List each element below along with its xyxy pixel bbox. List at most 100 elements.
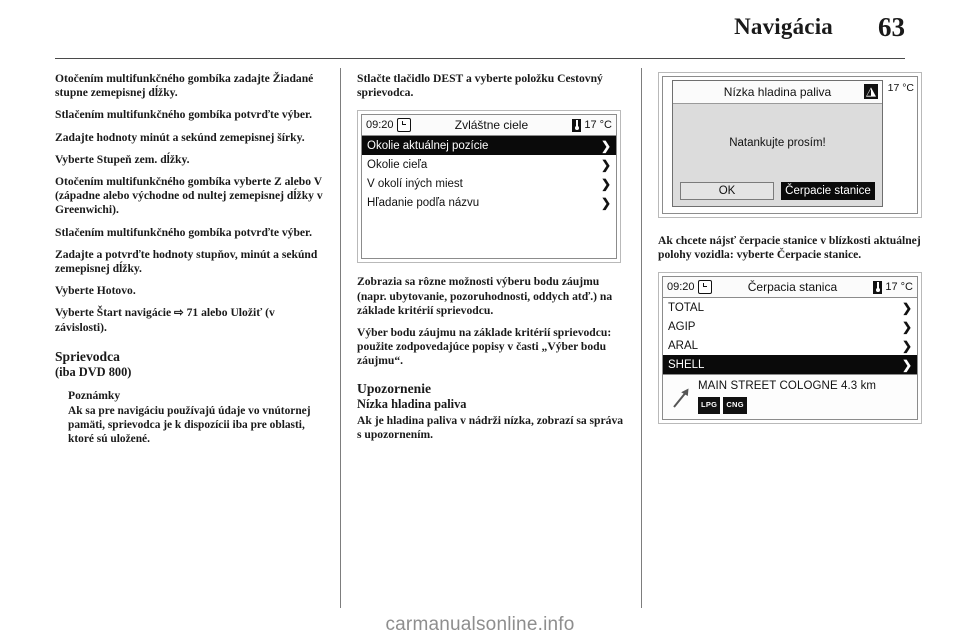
section-subheading-guide: (iba DVD 800) — [55, 364, 132, 379]
column-divider-right — [641, 68, 642, 608]
chevron-right-icon: ❯ — [901, 357, 912, 372]
section-heading-guide: Sprievodca — [55, 348, 120, 364]
dialog-message: Natankujte prosím! — [729, 136, 826, 149]
page-header: Navigácia 63 — [55, 12, 905, 58]
clock-icon — [697, 280, 712, 295]
column-two: Stlačte tlačidlo DEST a vyberte položku … — [357, 72, 625, 450]
dialog-temperature-value: 17 °C — [887, 82, 914, 94]
note-body: Ak sa pre navigáciu používajú údaje vo v… — [68, 405, 311, 446]
menu-item-label: V okolí iných miest — [367, 177, 463, 190]
status-clock-group: 09:20 — [667, 280, 712, 295]
screen-inner: 09:20 Zvláštne ciele 17 °C Okolie aktuál… — [361, 114, 617, 260]
page-number: 63 — [878, 12, 905, 42]
menu-item-label: Hľadanie podľa názvu — [367, 196, 480, 209]
clock-icon — [396, 118, 411, 133]
temperature-value: 17 °C — [584, 119, 612, 132]
column-one: Otočením multifunkčného gombíka zadajte … — [55, 72, 323, 446]
screen-menu-list: Okolie aktuálnej pozície ❯ Okolie cieľa … — [362, 136, 616, 259]
infotainment-screen-stations: 09:20 Čerpacia stanica 17 °C TOTAL ❯ AGI… — [658, 272, 922, 424]
fuel-type-tags: LPG CNG — [698, 396, 912, 414]
ok-button[interactable]: OK — [680, 182, 774, 200]
thermometer-icon — [873, 280, 883, 294]
chevron-right-icon: ❯ — [600, 157, 611, 172]
station-label: SHELL — [668, 358, 705, 371]
after-screen-paragraph: Výber bodu záujmu na základe kritérií sp… — [357, 326, 612, 368]
status-temperature-group: 17 °C — [873, 280, 913, 294]
status-temperature-group: 17 °C — [572, 118, 612, 132]
thermometer-icon — [572, 118, 582, 132]
chevron-right-icon: ❯ — [901, 300, 912, 315]
station-label: AGIP — [668, 320, 696, 333]
screen-title: Zvláštne ciele — [454, 118, 529, 133]
temperature-value: 17 °C — [885, 281, 913, 294]
note-block: Poznámky Ak sa pre navigáciu používajú ú… — [55, 389, 323, 446]
page-title: Navigácia — [734, 14, 833, 39]
instruction-paragraph: Otočením multifunkčného gombíka vyberte … — [55, 175, 323, 217]
dialog-button-row: OK Čerpacie stanice — [673, 182, 882, 206]
dialog-screen-inner: 17 °C Nízka hladina paliva Natankujte pr… — [662, 76, 918, 214]
menu-item-search-by-name[interactable]: Hľadanie podľa názvu ❯ — [362, 193, 616, 212]
fuel-stations-button[interactable]: Čerpacie stanice — [781, 182, 875, 200]
station-item-agip[interactable]: AGIP ❯ — [663, 317, 917, 336]
station-label: TOTAL — [668, 301, 704, 314]
station-list: TOTAL ❯ AGIP ❯ ARAL ❯ SHELL ❯ — [663, 298, 917, 375]
screenshot-special-destinations: 09:20 Zvláštne ciele 17 °C Okolie aktuál… — [357, 110, 625, 264]
infotainment-screen-dialog: 17 °C Nízka hladina paliva Natankujte pr… — [658, 72, 922, 218]
direction-arrow-icon — [668, 379, 694, 410]
station-item-total[interactable]: TOTAL ❯ — [663, 298, 917, 317]
notice-subheading: Nízka hladina paliva — [357, 396, 467, 411]
after-screen-paragraph: Zobrazia sa rôzne možnosti výberu bodu z… — [357, 275, 613, 317]
station-detail-text: MAIN STREET COLOGNE 4.3 km LPG CNG — [698, 379, 912, 414]
screenshot-fuel-station-list: 09:20 Čerpacia stanica 17 °C TOTAL ❯ AGI… — [658, 272, 926, 424]
clock-time: 09:20 — [667, 281, 695, 294]
instruction-paragraph: Zadajte a potvrďte hodnoty stupňov, minú… — [55, 247, 318, 276]
menu-item-around-other-places[interactable]: V okolí iných miest ❯ — [362, 174, 616, 193]
menu-item-label: Okolie cieľa — [367, 158, 428, 171]
screen-status-bar: 09:20 Čerpacia stanica 17 °C — [663, 277, 917, 299]
screen-title: Čerpacia stanica — [747, 280, 838, 295]
column-divider-left — [340, 68, 341, 608]
clock-time: 09:20 — [366, 119, 394, 132]
instruction-paragraph: Otočením multifunkčného gombíka zadajte … — [55, 72, 314, 100]
note-title: Poznámky — [68, 388, 121, 402]
screen-inner: 09:20 Čerpacia stanica 17 °C TOTAL ❯ AGI… — [662, 276, 918, 420]
screen-empty-area — [362, 212, 616, 258]
header-divider — [55, 58, 905, 59]
instruction-paragraph: Zadajte hodnoty minút a sekúnd zemepisne… — [55, 130, 305, 144]
manual-page: Navigácia 63 Otočením multifunkčného gom… — [0, 0, 960, 642]
instruction-paragraph: Vyberte Hotovo. — [55, 284, 136, 298]
infotainment-screen: 09:20 Zvláštne ciele 17 °C Okolie aktuál… — [357, 110, 621, 264]
chevron-right-icon: ❯ — [901, 338, 912, 353]
fuel-tag-lpg: LPG — [698, 396, 721, 414]
instruction-paragraph: Vyberte Stupeň zem. dĺžky. — [55, 152, 190, 166]
screen-status-bar: 09:20 Zvláštne ciele 17 °C — [362, 115, 616, 137]
instruction-paragraph: Stlačením multifunkčného gombíka potvrďt… — [55, 225, 313, 239]
chevron-right-icon: ❯ — [600, 176, 611, 191]
station-detail-panel: MAIN STREET COLOGNE 4.3 km LPG CNG — [663, 374, 917, 418]
dialog-title: Nízka hladina paliva — [723, 84, 832, 99]
station-item-shell[interactable]: SHELL ❯ — [663, 355, 917, 375]
menu-item-around-destination[interactable]: Okolie cieľa ❯ — [362, 155, 616, 174]
warning-triangle-icon — [864, 84, 878, 99]
menu-item-label: Okolie aktuálnej pozície — [367, 139, 489, 152]
station-label: ARAL — [668, 339, 699, 352]
chevron-right-icon: ❯ — [600, 138, 611, 153]
chevron-right-icon: ❯ — [600, 195, 611, 210]
column-three: 17 °C Nízka hladina paliva Natankujte pr… — [658, 72, 926, 436]
middle-paragraph: Ak chcete nájsť čerpacie stanice v blízk… — [658, 234, 921, 262]
chevron-right-icon: ❯ — [901, 319, 912, 334]
dialog-box: Nízka hladina paliva Natankujte prosím! … — [672, 80, 883, 207]
menu-item-around-current-position[interactable]: Okolie aktuálnej pozície ❯ — [362, 136, 616, 156]
instruction-paragraph: Stlačením multifunkčného gombíka potvrďt… — [55, 108, 313, 122]
notice-body: Ak je hladina paliva v nádrži nízka, zob… — [357, 413, 624, 441]
station-address: MAIN STREET COLOGNE 4.3 km — [698, 380, 877, 393]
instruction-paragraph-cross-reference: Vyberte Štart navigácie ⇨ 71 alebo Uloži… — [55, 306, 275, 334]
footer-watermark: carmanualsonline.info — [385, 614, 575, 635]
notice-heading: Upozornenie — [357, 380, 432, 396]
fuel-tag-cng: CNG — [723, 396, 747, 414]
intro-paragraph: Stlačte tlačidlo DEST a vyberte položku … — [357, 72, 603, 100]
station-item-aral[interactable]: ARAL ❯ — [663, 336, 917, 355]
screenshot-low-fuel-dialog: 17 °C Nízka hladina paliva Natankujte pr… — [658, 72, 926, 218]
dialog-title-bar: Nízka hladina paliva — [673, 81, 882, 104]
status-clock-group: 09:20 — [366, 118, 411, 133]
